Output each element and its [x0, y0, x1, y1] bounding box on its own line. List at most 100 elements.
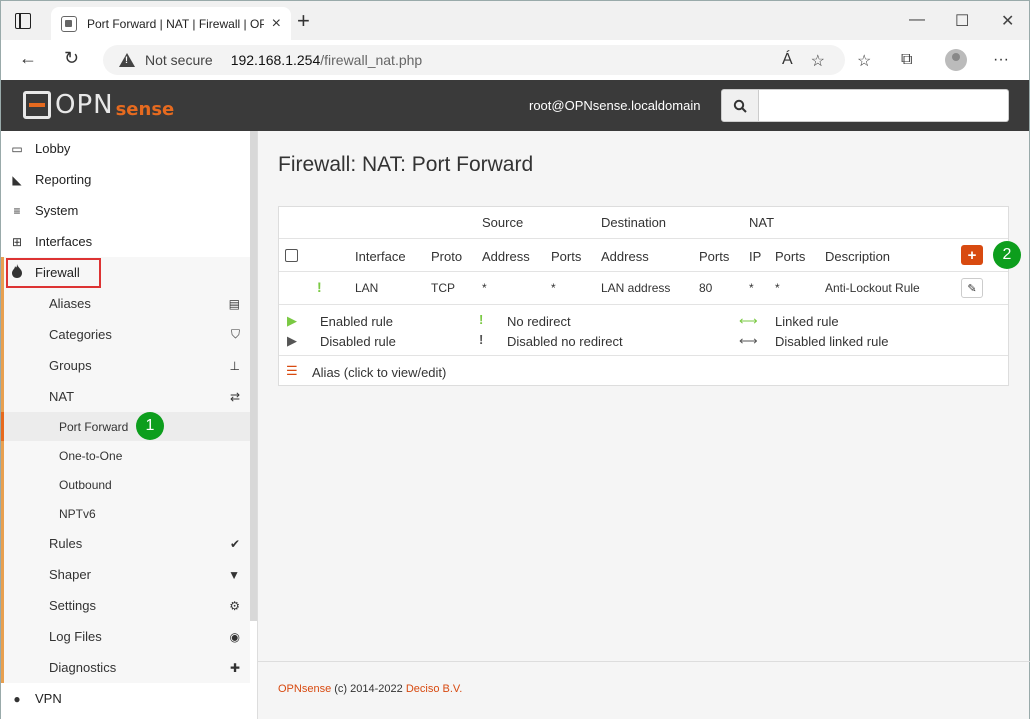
sidebar-item-diagnostics[interactable]: Diagnostics ✚ — [1, 652, 250, 683]
linked-rule-icon: ⟷ — [739, 313, 758, 328]
read-aloud-icon[interactable]: Á — [782, 51, 793, 71]
sidebar-item-shaper[interactable]: Shaper ▼ — [1, 559, 250, 590]
sidebar-item-lobby[interactable]: ▭ Lobby — [1, 133, 250, 164]
more-menu-icon[interactable]: ··· — [993, 51, 1009, 69]
new-tab-button[interactable]: + — [297, 10, 310, 32]
col-proto: Proto — [431, 249, 463, 264]
table-row[interactable]: ! LAN TCP * * LAN address 80 * * Anti-Lo… — [279, 272, 1008, 304]
tab-actions-icon[interactable] — [15, 13, 31, 29]
firewall-highlight-box — [6, 258, 101, 288]
sidebar-scrollbar[interactable] — [250, 131, 257, 621]
browser-tab[interactable]: Port Forward | NAT | Firewall | OP × — [51, 7, 291, 41]
browser-tabstrip: Port Forward | NAT | Firewall | OP × + —… — [0, 0, 1030, 41]
sidebar-item-port-forward[interactable]: Port Forward — [1, 412, 250, 441]
add-favorite-icon[interactable]: ☆ — [811, 51, 825, 71]
legend-disabled-rule: Disabled rule — [320, 334, 396, 349]
cell-src-address: * — [482, 281, 487, 295]
main-content: Firewall: NAT: Port Forward Source Desti… — [258, 131, 1030, 719]
search-icon — [733, 99, 747, 113]
server-icon: ≡ — [13, 203, 21, 218]
sidebar-item-groups[interactable]: Groups ⊥ — [1, 350, 250, 381]
legend-disabled-linked-rule: Disabled linked rule — [775, 334, 889, 349]
legend-no-redirect: No redirect — [507, 314, 571, 329]
group-header-destination: Destination — [601, 215, 667, 230]
cell-dst-ports: 80 — [699, 281, 713, 295]
sidebar: ▭ Lobby ◣ Reporting ≡ System ⊞ Interface… — [0, 131, 258, 719]
url-path: /firewall_nat.php — [320, 52, 423, 68]
sidebar-item-interfaces[interactable]: ⊞ Interfaces — [1, 226, 250, 257]
cell-nat-ip: * — [749, 281, 754, 295]
close-window-icon[interactable]: ✕ — [1001, 11, 1014, 31]
step-badge-1: 1 — [136, 412, 164, 440]
check-icon: ✔ — [229, 536, 240, 551]
sitemap-icon: ⊞ — [11, 234, 23, 249]
search-group — [721, 89, 1009, 122]
search-button[interactable] — [721, 89, 759, 122]
favorites-icon[interactable]: ☆ — [857, 51, 871, 71]
sidebar-item-reporting[interactable]: ◣ Reporting — [1, 164, 250, 195]
sidebar-item-categories[interactable]: Categories ⛉ — [1, 319, 250, 350]
sidebar-item-log-files[interactable]: Log Files ◉ — [1, 621, 250, 652]
cell-nat-ports: * — [775, 281, 780, 295]
legend-enabled-rule: Enabled rule — [320, 314, 393, 329]
step-badge-2: 2 — [993, 241, 1021, 269]
col-dst-address: Address — [601, 249, 649, 264]
cell-interface: LAN — [355, 281, 379, 295]
port-forward-table: Source Destination NAT Interface Proto A… — [278, 206, 1021, 386]
sidebar-item-one-to-one[interactable]: One-to-One — [1, 441, 250, 470]
sidebar-item-rules[interactable]: Rules ✔ — [1, 528, 250, 559]
add-rule-button[interactable]: + — [961, 245, 983, 265]
col-src-ports: Ports — [551, 249, 582, 264]
edit-rule-button[interactable]: ✎ — [961, 278, 983, 298]
enabled-rule-icon: ▶ — [287, 313, 297, 328]
search-input[interactable] — [759, 89, 1009, 122]
col-description: Description — [825, 249, 891, 264]
sitemap-icon: ⊥ — [229, 358, 240, 373]
cell-dst-address: LAN address — [601, 281, 671, 295]
url-host: 192.168.1.254 — [230, 52, 321, 68]
minimize-icon[interactable]: — — [909, 11, 925, 29]
logo-mark-icon — [23, 91, 51, 119]
col-interface: Interface — [355, 249, 406, 264]
warning-icon — [119, 53, 135, 67]
maximize-icon[interactable]: ☐ — [955, 11, 969, 31]
area-chart-icon: ◣ — [12, 172, 22, 187]
cogs-icon: ⚙ — [229, 598, 240, 613]
collections-icon[interactable]: ⧉ — [901, 51, 912, 69]
filter-icon: ▼ — [228, 567, 240, 582]
cell-description: Anti-Lockout Rule — [825, 281, 920, 295]
disabled-linked-rule-icon: ⟷ — [739, 333, 758, 348]
group-header-source: Source — [482, 215, 524, 230]
sidebar-item-aliases[interactable]: Aliases ▤ — [1, 288, 250, 319]
eye-icon: ◉ — [229, 629, 240, 644]
profile-avatar[interactable] — [945, 49, 967, 71]
globe-icon: ● — [13, 691, 21, 706]
app-header: OPN sense root@OPNsense.localdomain — [0, 80, 1030, 131]
back-icon[interactable]: ← — [19, 48, 37, 69]
medkit-icon: ✚ — [229, 660, 240, 675]
col-nat-ip: IP — [749, 249, 762, 264]
page-favicon-icon — [61, 16, 77, 32]
legend-linked-rule: Linked rule — [775, 314, 839, 329]
opnsense-logo[interactable]: OPN sense — [23, 90, 174, 120]
disabled-no-redirect-icon: ! — [479, 332, 484, 347]
reload-icon[interactable]: ↻ — [64, 48, 79, 69]
alias-list-icon: ☰ — [286, 363, 298, 378]
sidebar-item-vpn[interactable]: ● VPN — [1, 683, 250, 714]
tab-close-icon[interactable]: × — [272, 15, 281, 33]
security-label[interactable]: Not secure — [145, 52, 213, 68]
tab-title: Port Forward | NAT | Firewall | OP — [87, 17, 264, 31]
legend-disabled-no-redirect: Disabled no redirect — [507, 334, 623, 349]
sidebar-item-outbound[interactable]: Outbound — [1, 470, 250, 499]
sidebar-item-system[interactable]: ≡ System — [1, 195, 250, 226]
browser-toolbar: ← ↻ Not secure 192.168.1.254/firewall_na… — [0, 40, 1030, 80]
sidebar-item-nptv6[interactable]: NPTv6 — [1, 499, 250, 528]
sidebar-item-nat[interactable]: NAT ⇄ — [1, 381, 250, 412]
footer-brand-link[interactable]: OPNsense — [278, 683, 331, 695]
legend-alias: Alias (click to view/edit) — [312, 365, 447, 380]
footer-company-link[interactable]: Deciso B.V. — [406, 683, 462, 695]
select-all-checkbox[interactable] — [285, 249, 298, 262]
user-menu[interactable]: root@OPNsense.localdomain — [529, 98, 700, 113]
address-bar[interactable]: Not secure 192.168.1.254/firewall_nat.ph… — [103, 45, 845, 75]
sidebar-item-settings[interactable]: Settings ⚙ — [1, 590, 250, 621]
